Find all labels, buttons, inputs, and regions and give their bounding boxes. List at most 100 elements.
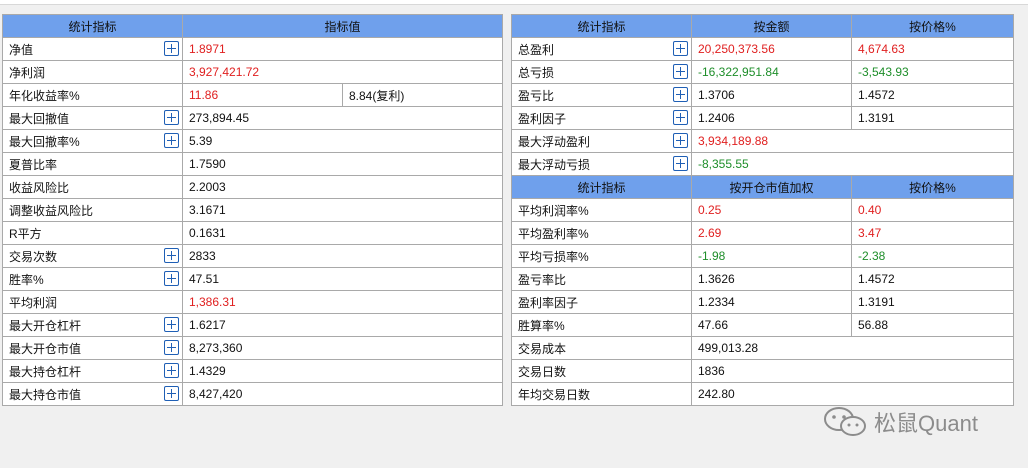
expand-plus-icon[interactable]: [164, 133, 179, 148]
pct-value: -3,543.93: [851, 60, 1014, 84]
table-row: 平均利润率% 0.25 0.40: [511, 198, 1014, 222]
amount-value: -8,355.55: [691, 152, 1014, 176]
header-by-price-pct: 按价格%: [851, 175, 1014, 199]
row-label: 最大浮动亏损: [511, 152, 692, 176]
table-row: 最大持仓杠杆 1.4329: [2, 359, 504, 383]
table-row: 最大开仓杠杆 1.6217: [2, 313, 504, 337]
expand-plus-icon[interactable]: [673, 41, 688, 56]
watermark: 松鼠Quant: [822, 405, 978, 439]
row-value-compound: 8.84(复利): [341, 83, 504, 107]
table-row: 盈亏率比 1.3626 1.4572: [511, 267, 1014, 291]
table-row: 最大回撤率% 5.39: [2, 129, 504, 153]
row-label: 最大持仓杠杆: [2, 359, 183, 383]
row-value: 273,894.45: [181, 106, 504, 130]
row-value: 8,427,420: [181, 382, 504, 406]
pct-value: 3.47: [851, 221, 1014, 245]
pct-value: 4,674.63: [851, 37, 1014, 61]
row-label: 净利润: [2, 60, 183, 84]
weighted-value: 0.25: [691, 198, 852, 222]
expand-plus-icon[interactable]: [164, 317, 179, 332]
table-row: 夏普比率 1.7590: [2, 152, 504, 176]
table-row: 平均利润 1,386.31: [2, 290, 504, 314]
expand-plus-icon[interactable]: [164, 41, 179, 56]
row-label: 年化收益率%: [2, 83, 183, 107]
header-row: 统计指标 按金额 按价格%: [511, 14, 1014, 38]
expand-plus-icon[interactable]: [164, 110, 179, 125]
expand-plus-icon[interactable]: [164, 363, 179, 378]
top-border: [0, 0, 1028, 5]
row-label: 调整收益风险比: [2, 198, 183, 222]
row-label: 盈利因子: [511, 106, 692, 130]
table-row: 平均盈利率% 2.69 3.47: [511, 221, 1014, 245]
weighted-value: 499,013.28: [691, 336, 1014, 360]
weighted-value: 1.3626: [691, 267, 852, 291]
table-row: 最大开仓市值 8,273,360: [2, 336, 504, 360]
row-value: 11.86: [182, 83, 343, 107]
row-value: 1.8971: [181, 37, 504, 61]
header-metric: 统计指标: [511, 175, 692, 199]
row-label: 总亏损: [511, 60, 692, 84]
row-label: 交易次数: [2, 244, 183, 268]
pct-value: 1.4572: [851, 267, 1014, 291]
pct-value: 56.88: [851, 313, 1014, 337]
row-label: 年均交易日数: [511, 382, 692, 406]
table-row: 交易日数 1836: [511, 359, 1014, 383]
row-value: 2833: [181, 244, 504, 268]
table-row: 盈亏比 1.3706 1.4572: [511, 83, 1014, 107]
row-label: 盈利率因子: [511, 290, 692, 314]
expand-plus-icon[interactable]: [164, 340, 179, 355]
row-label: 交易日数: [511, 359, 692, 383]
expand-plus-icon[interactable]: [673, 156, 688, 171]
table-row: 收益风险比 2.2003: [2, 175, 504, 199]
table-row: 最大浮动亏损 -8,355.55: [511, 152, 1014, 176]
table-row: 交易成本 499,013.28: [511, 336, 1014, 360]
row-label: 盈亏率比: [511, 267, 692, 291]
row-label: 平均盈利率%: [511, 221, 692, 245]
row-label: 最大开仓杠杆: [2, 313, 183, 337]
header-value: 指标值: [181, 14, 504, 38]
amount-value: 1.3706: [691, 83, 852, 107]
weighted-value: -1.98: [691, 244, 852, 268]
row-value: 1.7590: [181, 152, 504, 176]
header-by-amount: 按金额: [691, 14, 852, 38]
expand-plus-icon[interactable]: [164, 271, 179, 286]
expand-plus-icon[interactable]: [673, 110, 688, 125]
amount-value: -16,322,951.84: [691, 60, 852, 84]
table-row: 最大浮动盈利 3,934,189.88: [511, 129, 1014, 153]
wechat-icon: [824, 407, 866, 436]
table-row: 调整收益风险比 3.1671: [2, 198, 504, 222]
row-label: 净值: [2, 37, 183, 61]
row-value: 1.4329: [181, 359, 504, 383]
row-value: 2.2003: [181, 175, 504, 199]
table-row: 交易次数 2833: [2, 244, 504, 268]
table-row: R平方 0.1631: [2, 221, 504, 245]
expand-plus-icon[interactable]: [164, 386, 179, 401]
row-label: 交易成本: [511, 336, 692, 360]
table-row: 盈利因子 1.2406 1.3191: [511, 106, 1014, 130]
expand-plus-icon[interactable]: [673, 87, 688, 102]
table-row: 胜算率% 47.66 56.88: [511, 313, 1014, 337]
expand-plus-icon[interactable]: [164, 248, 179, 263]
header-weighted: 按开仓市值加权: [691, 175, 852, 199]
watermark-text: 松鼠Quant: [874, 411, 978, 436]
table-row: 胜率% 47.51: [2, 267, 504, 291]
row-label: 平均亏损率%: [511, 244, 692, 268]
expand-plus-icon[interactable]: [673, 64, 688, 79]
expand-plus-icon[interactable]: [673, 133, 688, 148]
row-label: 总盈利: [511, 37, 692, 61]
row-label: 胜率%: [2, 267, 183, 291]
row-label: R平方: [2, 221, 183, 245]
table-row: 年化收益率% 11.86 8.84(复利): [2, 83, 504, 107]
table-row: 总亏损 -16,322,951.84 -3,543.93: [511, 60, 1014, 84]
row-value: 3.1671: [181, 198, 504, 222]
weighted-value: 242.80: [691, 382, 1014, 406]
table-row: 最大回撤值 273,894.45: [2, 106, 504, 130]
amount-value: 3,934,189.88: [691, 129, 1014, 153]
header-row: 统计指标 按开仓市值加权 按价格%: [511, 175, 1014, 199]
row-value: 1,386.31: [181, 290, 504, 314]
row-value: 3,927,421.72: [181, 60, 504, 84]
row-value: 5.39: [181, 129, 504, 153]
row-label: 最大浮动盈利: [511, 129, 692, 153]
table-row: 最大持仓市值 8,427,420: [2, 382, 504, 406]
row-label: 最大持仓市值: [2, 382, 183, 406]
